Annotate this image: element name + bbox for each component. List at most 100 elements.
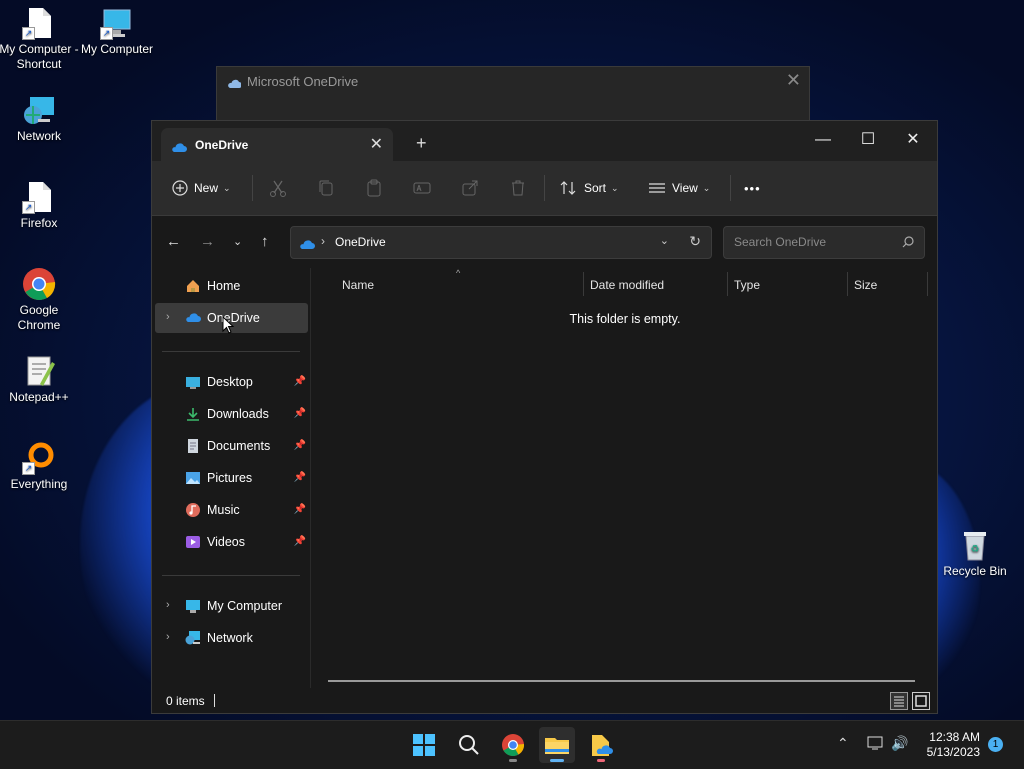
expand-chevron-icon[interactable]: ›	[166, 599, 170, 611]
desktop-icon-my-computer-shortcut[interactable]: ↗ My Computer - Shortcut	[0, 6, 79, 72]
sidebar-item-pictures[interactable]: Pictures 📌	[155, 463, 308, 493]
close-window-button[interactable]: ✕	[890, 126, 936, 154]
breadcrumb-onedrive[interactable]: OneDrive	[335, 235, 386, 249]
chrome-icon	[502, 734, 525, 756]
navigation-bar: ← → ⌄ ↑ › OneDrive ⌄ ↻	[152, 216, 937, 268]
close-tab-icon[interactable]: ✕	[370, 134, 383, 154]
desktop-icon-everything[interactable]: ↗ Everything	[0, 441, 79, 492]
sidebar-item-label: My Computer	[207, 599, 283, 613]
taskbar-onedrive-folder[interactable]	[583, 727, 619, 763]
sort-icon	[560, 181, 576, 195]
network-icon	[185, 630, 201, 646]
status-bar: 0 items	[152, 688, 937, 713]
copy-icon[interactable]	[316, 178, 336, 198]
status-divider	[214, 694, 215, 707]
column-header-name[interactable]: Name	[342, 278, 374, 292]
sidebar-item-network[interactable]: › Network	[155, 623, 308, 653]
forward-arrow-icon[interactable]: →	[200, 234, 215, 250]
sidebar-item-documents[interactable]: Documents 📌	[155, 431, 308, 461]
taskbar-search-button[interactable]	[451, 727, 487, 763]
search-input[interactable]	[732, 234, 896, 250]
notification-badge[interactable]: 1	[988, 737, 1003, 752]
recent-locations-chevron-icon[interactable]: ⌄	[233, 234, 242, 250]
up-arrow-icon[interactable]: ↑	[261, 234, 269, 250]
new-button[interactable]: New ⌄	[172, 161, 231, 215]
column-divider[interactable]	[583, 272, 584, 296]
running-indicator	[597, 759, 605, 762]
new-tab-button[interactable]: +	[416, 134, 427, 152]
sort-label: Sort	[584, 181, 607, 195]
breadcrumb-chevron-icon[interactable]: ›	[321, 234, 325, 248]
file-explorer-window: OneDrive ✕ + — ☐ ✕ New ⌄ Sort ⌄ View ⌄ •••	[151, 120, 938, 714]
clock-date: 5/13/2023	[926, 745, 980, 759]
paste-icon[interactable]	[364, 178, 384, 198]
column-divider[interactable]	[927, 272, 928, 296]
address-dropdown-chevron-icon[interactable]: ⌄	[660, 234, 669, 247]
title-bar: OneDrive ✕ + — ☐ ✕	[152, 121, 937, 161]
pin-icon: 📌	[293, 376, 306, 387]
sort-button[interactable]: Sort ⌄	[560, 161, 619, 215]
desktop-icon-label: Recycle Bin	[943, 564, 1007, 578]
desktop-icon-recycle-bin[interactable]: ♻ Recycle Bin	[935, 528, 1015, 579]
desktop-icon-label: Notepad++	[9, 390, 69, 404]
everything-icon: ↗	[22, 441, 56, 475]
desktop-icon-notepad-plus-plus[interactable]: Notepad++	[0, 354, 79, 405]
taskbar-file-explorer[interactable]	[539, 727, 575, 763]
expand-chevron-icon[interactable]: ›	[166, 631, 170, 643]
column-header-date-modified[interactable]: Date modified	[590, 278, 664, 292]
details-view-icon[interactable]	[890, 692, 908, 710]
plus-circle-icon	[172, 180, 188, 196]
sidebar-item-desktop[interactable]: Desktop 📌	[155, 367, 308, 397]
desktop-icon-label: My Computer	[80, 42, 154, 56]
sidebar-item-home[interactable]: Home	[155, 271, 308, 301]
search-box[interactable]	[723, 226, 925, 259]
desktop-icon-google-chrome[interactable]: Google Chrome	[0, 267, 79, 333]
maximize-button[interactable]: ☐	[845, 126, 891, 154]
pin-icon: 📌	[293, 440, 306, 451]
share-icon[interactable]	[460, 178, 480, 198]
sidebar-item-my-computer[interactable]: › My Computer	[155, 591, 308, 621]
address-bar[interactable]: › OneDrive ⌄ ↻	[290, 226, 712, 259]
sidebar-item-label: Pictures	[207, 471, 253, 485]
onedrive-dialog: Microsoft OneDrive ✕	[216, 66, 810, 128]
column-divider[interactable]	[727, 272, 728, 296]
show-hidden-icons-chevron-icon[interactable]: ⌃	[837, 735, 849, 752]
view-label: View	[672, 181, 698, 195]
minimize-button[interactable]: —	[800, 126, 846, 154]
cut-icon[interactable]	[268, 178, 288, 198]
volume-icon[interactable]: 🔊	[891, 735, 908, 752]
sidebar-item-downloads[interactable]: Downloads 📌	[155, 399, 308, 429]
column-header-type[interactable]: Type	[734, 278, 760, 292]
clock[interactable]: 12:38 AM 5/13/2023	[927, 730, 980, 760]
start-button[interactable]	[406, 727, 442, 763]
horizontal-scrollbar[interactable]	[328, 680, 915, 682]
rename-icon[interactable]	[412, 178, 432, 198]
pane-divider[interactable]	[310, 268, 311, 688]
delete-icon[interactable]	[508, 178, 528, 198]
sidebar-item-videos[interactable]: Videos 📌	[155, 527, 308, 557]
sidebar-item-label: Documents	[207, 439, 271, 453]
tab-onedrive[interactable]: OneDrive ✕	[161, 128, 393, 161]
refresh-icon[interactable]: ↻	[689, 233, 701, 250]
desktop-icon-network[interactable]: Network	[0, 93, 79, 144]
large-icons-view-icon[interactable]	[912, 692, 930, 710]
back-arrow-icon[interactable]: ←	[166, 234, 181, 250]
desktop-icon-label: Network	[16, 129, 61, 143]
new-label: New	[194, 181, 219, 195]
close-icon[interactable]: ✕	[786, 70, 801, 91]
tab-label: OneDrive	[195, 138, 249, 152]
expand-chevron-icon[interactable]: ›	[166, 311, 170, 323]
view-button[interactable]: View ⌄	[648, 161, 710, 215]
onedrive-folder-icon	[592, 735, 613, 756]
desktop-icon-firefox[interactable]: ↗ Firefox	[0, 180, 79, 231]
taskbar-chrome[interactable]	[495, 727, 531, 763]
desktop-icon-my-computer[interactable]: ↗ My Computer	[77, 6, 157, 57]
more-options-button[interactable]: •••	[744, 161, 761, 215]
network-status-icon[interactable]	[866, 735, 886, 754]
sidebar-item-label: Network	[207, 631, 253, 645]
search-icon	[902, 235, 914, 253]
command-bar: New ⌄ Sort ⌄ View ⌄ •••	[152, 161, 937, 216]
sidebar-item-music[interactable]: Music 📌	[155, 495, 308, 525]
column-header-size[interactable]: Size	[854, 278, 877, 292]
column-divider[interactable]	[847, 272, 848, 296]
